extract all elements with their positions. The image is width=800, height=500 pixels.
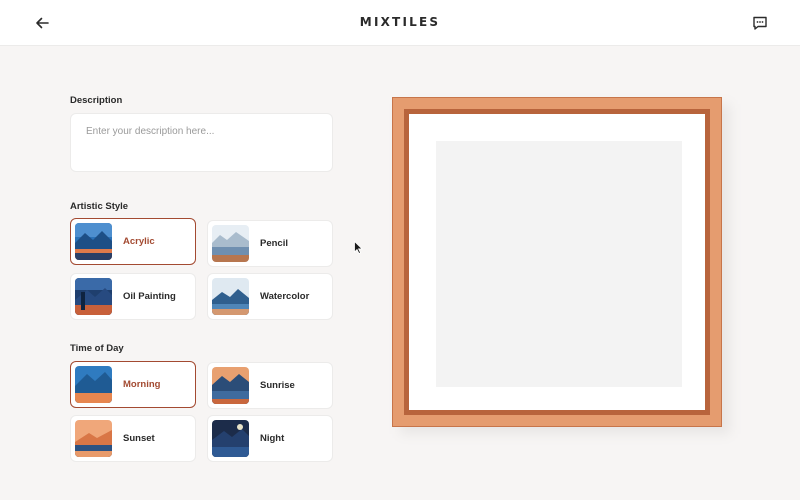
chat-icon bbox=[753, 16, 767, 30]
style-option-label: Oil Painting bbox=[123, 291, 176, 302]
pencil-thumbnail bbox=[212, 225, 249, 262]
artwork-placeholder bbox=[436, 141, 682, 387]
time-option-sunrise[interactable]: Sunrise bbox=[207, 362, 333, 409]
time-option-label: Morning bbox=[123, 379, 161, 390]
acrylic-thumbnail bbox=[75, 223, 112, 260]
time-option-night[interactable]: Night bbox=[207, 415, 333, 462]
time-of-day-label: Time of Day bbox=[70, 343, 124, 354]
sunset-thumbnail bbox=[75, 420, 112, 457]
mouse-cursor-icon bbox=[354, 241, 363, 254]
description-label: Description bbox=[70, 95, 123, 106]
style-option-label: Acrylic bbox=[123, 236, 155, 247]
night-thumbnail bbox=[212, 420, 249, 457]
time-option-label: Night bbox=[260, 433, 285, 444]
sunrise-thumbnail bbox=[212, 367, 249, 404]
style-option-label: Pencil bbox=[260, 238, 288, 249]
style-option-label: Watercolor bbox=[260, 291, 310, 302]
time-option-morning[interactable]: Morning bbox=[70, 361, 196, 408]
style-option-oil-painting[interactable]: Oil Painting bbox=[70, 273, 196, 320]
description-field[interactable] bbox=[70, 113, 333, 172]
time-option-label: Sunrise bbox=[260, 380, 295, 391]
style-option-watercolor[interactable]: Watercolor bbox=[207, 273, 333, 320]
frame-preview bbox=[392, 97, 722, 427]
style-option-pencil[interactable]: Pencil bbox=[207, 220, 333, 267]
style-option-acrylic[interactable]: Acrylic bbox=[70, 218, 196, 265]
top-bar: MIXTILES bbox=[0, 0, 800, 46]
brand-logo: MIXTILES bbox=[359, 15, 441, 29]
time-option-label: Sunset bbox=[123, 433, 155, 444]
time-option-sunset[interactable]: Sunset bbox=[70, 415, 196, 462]
morning-thumbnail bbox=[75, 366, 112, 403]
oil-painting-thumbnail bbox=[75, 278, 112, 315]
chat-button[interactable] bbox=[750, 13, 770, 33]
artistic-style-label: Artistic Style bbox=[70, 201, 129, 212]
description-input[interactable] bbox=[71, 114, 332, 171]
watercolor-thumbnail bbox=[212, 278, 249, 315]
